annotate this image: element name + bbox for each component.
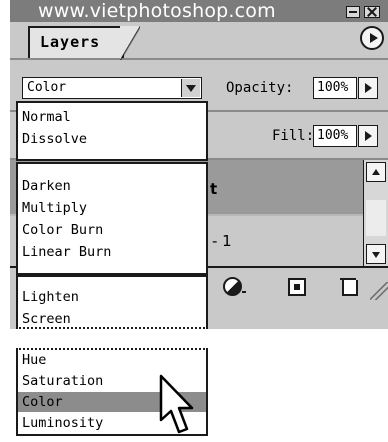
layer-scrollbar[interactable] (363, 160, 388, 266)
menu-item-linear-burn[interactable]: Linear Burn (22, 242, 204, 262)
blend-group-darken: Darken Multiply Color Burn Linear Burn (16, 162, 208, 275)
opacity-slider-button[interactable] (358, 77, 378, 99)
blend-mode-value: Color (27, 80, 67, 95)
opacity-field[interactable]: 100% (313, 77, 357, 99)
layer-name: - 1 (212, 232, 232, 250)
watermark-text: www.vietphotoshop.com (38, 0, 276, 22)
palette-titlebar[interactable]: www.vietphotoshop.com (10, 0, 388, 22)
fill-field[interactable]: 100% (313, 125, 357, 147)
menu-item-dissolve[interactable]: Dissolve (22, 129, 204, 149)
menu-item-hue[interactable]: Hue (22, 350, 204, 370)
tab-layers[interactable]: Layers (28, 26, 140, 60)
menu-item-lighten[interactable]: Lighten (22, 287, 204, 307)
blend-mode-select[interactable]: Color (22, 77, 202, 99)
blend-opacity-row: Color Opacity: 100% (10, 60, 388, 99)
mouse-pointer-icon (159, 374, 194, 434)
blend-group-normal: Normal Dissolve (16, 101, 208, 161)
palette-menu-icon[interactable] (360, 26, 384, 50)
tab-layers-label: Layers (40, 33, 101, 51)
dropdown-arrow-icon[interactable] (181, 79, 200, 97)
trash-icon[interactable] (338, 276, 358, 296)
menu-item-darken[interactable]: Darken (22, 176, 204, 196)
close-icon[interactable] (364, 6, 380, 18)
adjustment-layer-icon[interactable] (222, 276, 246, 296)
menu-item-screen[interactable]: Screen (22, 309, 204, 329)
resize-grip-icon[interactable] (370, 282, 388, 300)
scroll-up-icon[interactable] (366, 162, 386, 182)
scroll-down-icon[interactable] (366, 244, 386, 264)
layer-name: t (210, 180, 218, 198)
menu-item-normal[interactable]: Normal (22, 107, 204, 127)
fill-label: Fill: (272, 128, 315, 144)
fill-slider-button[interactable] (358, 125, 378, 147)
new-layer-icon[interactable] (286, 276, 306, 296)
scroll-thumb[interactable] (366, 200, 386, 236)
opacity-label: Opacity: (226, 80, 294, 96)
tab-bar: Layers (10, 22, 388, 60)
menu-item-color-burn[interactable]: Color Burn (22, 220, 204, 240)
blend-group-lighten: Lighten Screen (16, 275, 208, 329)
menu-item-multiply[interactable]: Multiply (22, 198, 204, 218)
minimize-icon[interactable] (346, 6, 360, 18)
